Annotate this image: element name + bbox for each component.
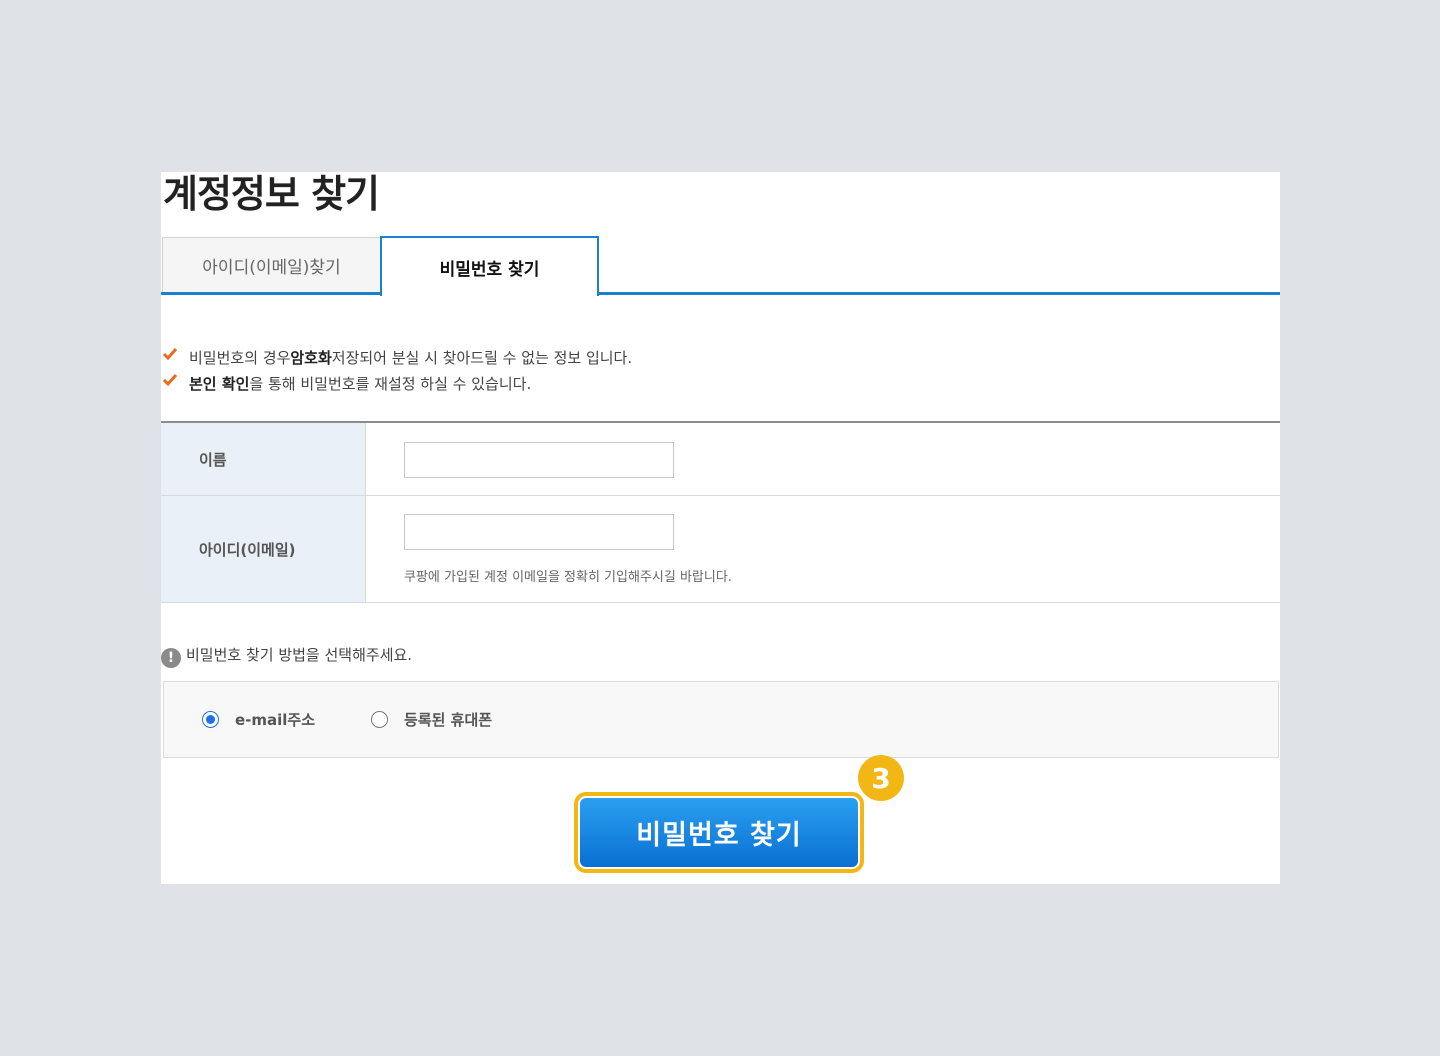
method-option-phone[interactable]: 등록된 휴대폰 bbox=[371, 709, 492, 730]
tab-active-gap bbox=[382, 292, 597, 295]
tab-find-password-label: 비밀번호 찾기 bbox=[439, 259, 540, 280]
radio-phone[interactable] bbox=[371, 711, 389, 728]
tab-find-password[interactable]: 비밀번호 찾기 bbox=[380, 236, 599, 296]
method-prompt: ! 비밀번호 찾기 방법을 선택해주세요. bbox=[161, 644, 413, 668]
method-options: e-mail주소 등록된 휴대폰 bbox=[163, 681, 1279, 758]
email-help-text: 쿠팡에 가입된 계정 이메일을 정확히 기입해주시길 바랍니다. bbox=[404, 570, 732, 585]
method-option-email-label: e-mail주소 bbox=[235, 711, 316, 729]
method-option-email[interactable]: e-mail주소 bbox=[202, 709, 315, 730]
name-input[interactable] bbox=[404, 442, 674, 478]
form-row-name: 이름 bbox=[161, 423, 1280, 496]
note-encryption: 비밀번호의 경우 암호화 저장되어 분실 시 찾아드릴 수 없는 정보 입니다. bbox=[161, 344, 632, 370]
password-form-table: 이름 아이디(이메일) 쿠팡에 가입된 계정 이메일을 정확히 기입해주시길 바… bbox=[161, 421, 1280, 603]
tab-underline bbox=[161, 292, 1280, 295]
id-label: 아이디(이메일) bbox=[161, 496, 366, 602]
step-badge: 3 bbox=[858, 755, 904, 801]
id-cell: 쿠팡에 가입된 계정 이메일을 정확히 기입해주시길 바랍니다. bbox=[366, 496, 1280, 602]
radio-email[interactable] bbox=[202, 711, 219, 728]
check-icon bbox=[163, 348, 177, 361]
check-icon bbox=[163, 374, 177, 387]
find-password-button[interactable]: 비밀번호 찾기 bbox=[580, 798, 858, 867]
page-title: 계정정보 찾기 bbox=[163, 172, 380, 216]
note-identity: 본인 확인 을 통해 비밀번호를 재설정 하실 수 있습니다. bbox=[161, 370, 632, 396]
method-prompt-text: 비밀번호 찾기 방법을 선택해주세요. bbox=[186, 646, 413, 664]
find-account-card: 계정정보 찾기 아이디(이메일)찾기 비밀번호 찾기 비밀번호의 경우 암호화 … bbox=[161, 172, 1280, 884]
note-encryption-bold: 암호화 bbox=[290, 348, 332, 367]
password-notes: 비밀번호의 경우 암호화 저장되어 분실 시 찾아드릴 수 없는 정보 입니다.… bbox=[161, 344, 632, 396]
note-identity-bold: 본인 확인 bbox=[189, 374, 250, 393]
note-identity-suffix: 을 통해 비밀번호를 재설정 하실 수 있습니다. bbox=[249, 374, 532, 393]
note-encryption-suffix: 저장되어 분실 시 찾아드릴 수 없는 정보 입니다. bbox=[331, 348, 633, 367]
note-encryption-prefix: 비밀번호의 경우 bbox=[189, 348, 291, 367]
tab-find-id-label: 아이디(이메일)찾기 bbox=[202, 257, 341, 278]
method-option-phone-label: 등록된 휴대폰 bbox=[404, 711, 493, 729]
form-row-id: 아이디(이메일) 쿠팡에 가입된 계정 이메일을 정확히 기입해주시길 바랍니다… bbox=[161, 496, 1280, 603]
alert-icon: ! bbox=[161, 647, 181, 668]
submit-highlight: 비밀번호 찾기 bbox=[574, 792, 864, 873]
tab-find-id[interactable]: 아이디(이메일)찾기 bbox=[162, 237, 381, 292]
name-label: 이름 bbox=[161, 423, 366, 495]
email-input[interactable] bbox=[404, 514, 674, 550]
name-cell bbox=[366, 423, 1280, 495]
